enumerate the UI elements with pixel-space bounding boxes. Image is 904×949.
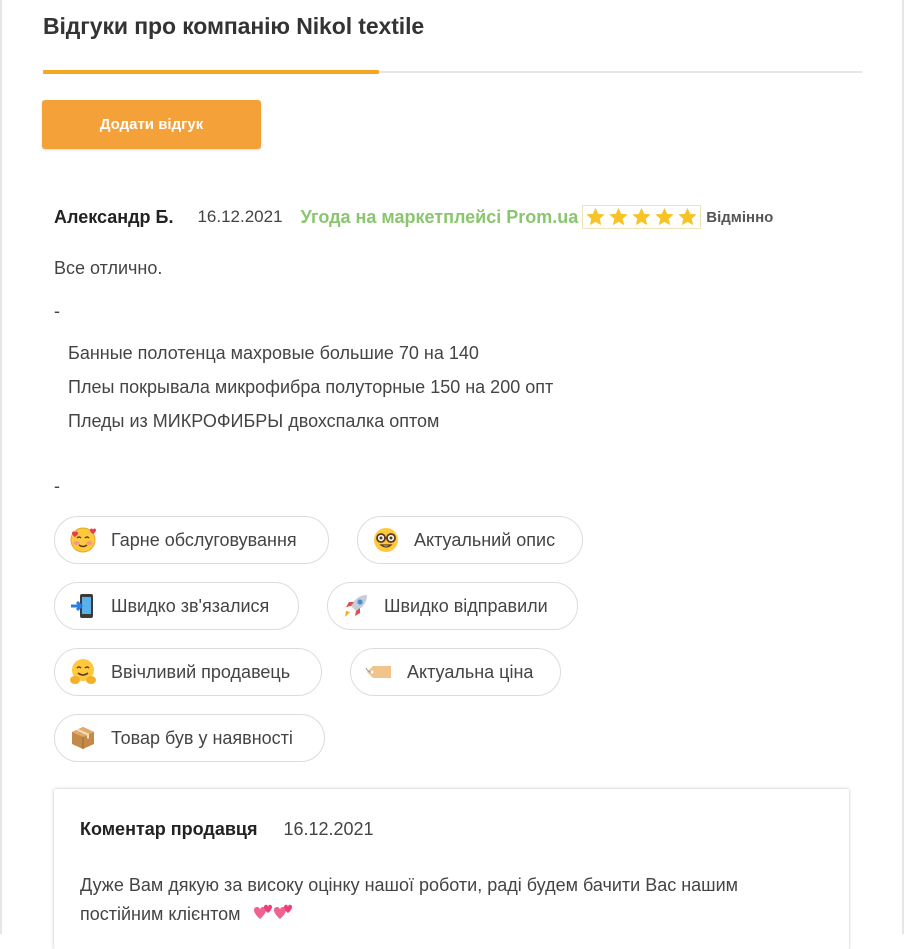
seller-comment-title: Коментар продавця bbox=[80, 819, 258, 839]
product-link[interactable]: Банные полотенца махровые большие 70 на … bbox=[68, 343, 479, 364]
product-link[interactable]: Плеы покрывала микрофибра полуторные 150… bbox=[68, 377, 553, 398]
smiling-face-with-hearts-icon bbox=[69, 526, 97, 554]
review-tag: Гарне обслуговування bbox=[54, 516, 329, 564]
review-tag: Актуальний опис bbox=[357, 516, 583, 564]
tag-label: Швидко зв'язалися bbox=[111, 595, 270, 616]
tag-label: Ввічливий продавець bbox=[111, 661, 291, 682]
tag-label: Товар був у наявності bbox=[111, 727, 293, 748]
star-icon bbox=[586, 207, 605, 226]
star-icon bbox=[632, 207, 651, 226]
page-title: Відгуки про компанію Nikol textile bbox=[43, 13, 425, 39]
review-source-link[interactable]: Угода на маркетплейсі Prom.ua bbox=[301, 207, 579, 228]
package-icon bbox=[69, 724, 97, 752]
two-hearts-icon bbox=[250, 901, 296, 923]
product-link[interactable]: Пледы из МИКРОФИБРЫ двохспалка оптом bbox=[68, 411, 439, 432]
tag-label: Гарне обслуговування bbox=[111, 529, 297, 550]
review-date: 16.12.2021 bbox=[197, 207, 283, 226]
rocket-icon bbox=[342, 592, 370, 620]
tag-label: Швидко відправили bbox=[384, 595, 548, 616]
seller-comment-header: Коментар продавця 16.12.2021 bbox=[80, 819, 374, 840]
star-icon bbox=[609, 207, 628, 226]
review-author: Александр Б. bbox=[54, 206, 174, 227]
seller-comment-body: Дуже Вам дякую за високу оцінку нашої ро… bbox=[80, 871, 820, 929]
mobile-phone-arrow-icon bbox=[69, 592, 97, 620]
review-separator: - bbox=[54, 301, 60, 321]
tag-label: Актуальна ціна bbox=[407, 661, 534, 682]
rating-stars bbox=[582, 205, 702, 229]
review-tag: Швидко відправили bbox=[327, 582, 578, 630]
tag-label: Актуальний опис bbox=[414, 529, 556, 550]
hugging-face-icon bbox=[69, 658, 97, 686]
review-tag: Товар був у наявності bbox=[54, 714, 325, 762]
review-tag: Актуальна ціна bbox=[350, 648, 561, 696]
left-border bbox=[0, 0, 2, 934]
seller-comment-date: 16.12.2021 bbox=[283, 819, 374, 839]
review-tag: Швидко зв'язалися bbox=[54, 582, 299, 630]
tab-underline bbox=[43, 70, 862, 74]
review-separator: - bbox=[54, 476, 60, 496]
review-text: Все отлично. bbox=[54, 258, 163, 278]
review-header: Александр Б. 16.12.2021 Угода на маркетп… bbox=[54, 204, 773, 230]
add-review-button[interactable]: Додати відгук bbox=[42, 100, 261, 149]
review-tag: Ввічливий продавець bbox=[54, 648, 322, 696]
seller-comment: Коментар продавця 16.12.2021 Дуже Вам дя… bbox=[54, 789, 849, 949]
seller-comment-text: Дуже Вам дякую за високу оцінку нашої ро… bbox=[80, 875, 739, 924]
tab-active-indicator bbox=[43, 70, 379, 74]
star-icon bbox=[655, 207, 674, 226]
nerd-face-icon bbox=[372, 526, 400, 554]
star-icon bbox=[678, 207, 697, 226]
price-tag-icon bbox=[365, 658, 393, 686]
rating-label: Відмінно bbox=[706, 208, 774, 226]
